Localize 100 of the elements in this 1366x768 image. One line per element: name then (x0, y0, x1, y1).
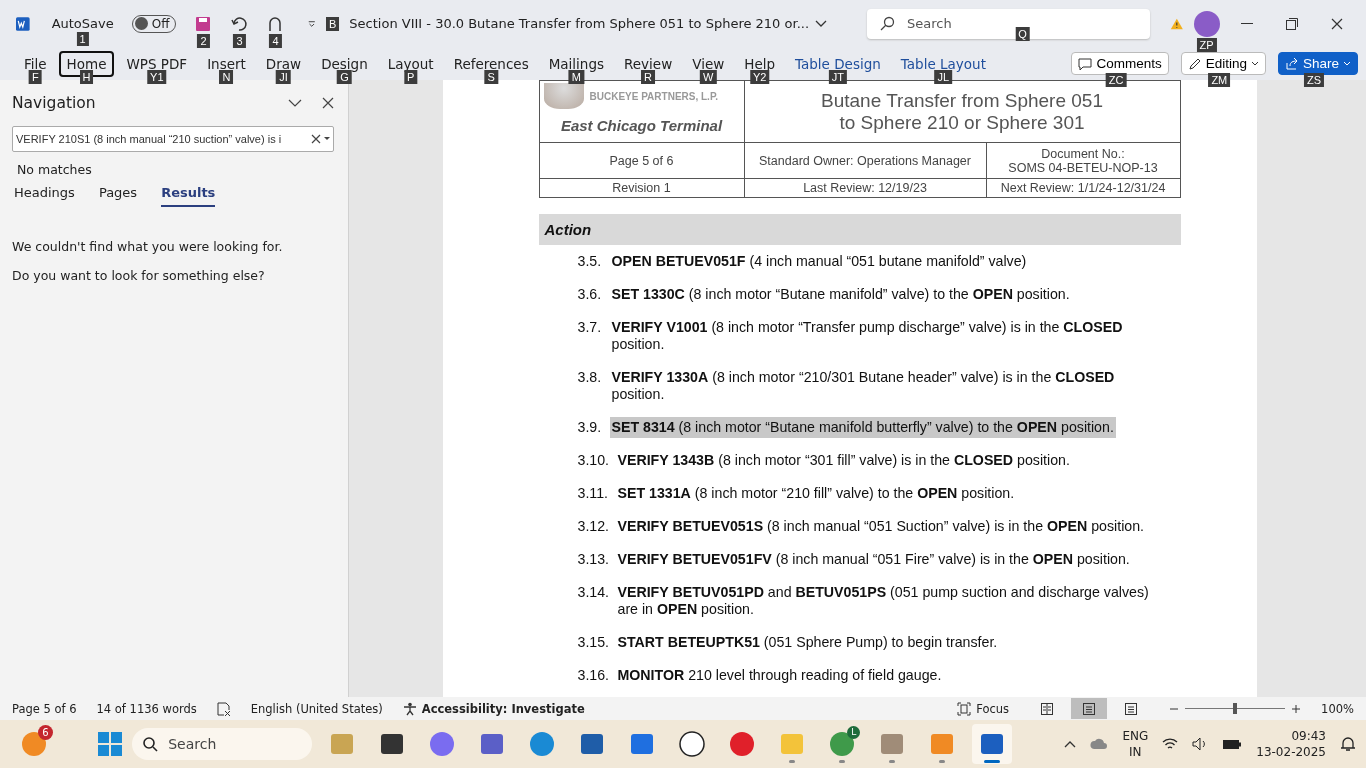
keytip: G (337, 69, 352, 84)
step-text: VERIFY 1330A (8 inch motor “210/301 Butane header” valve) is in the CLOSED position. (611, 369, 1116, 403)
table-cell: Revision 1 (539, 178, 744, 198)
caret-icon[interactable] (815, 19, 828, 28)
clock-time[interactable]: 09:43 (1256, 728, 1326, 744)
step-text: SET 1331A (8 inch motor “210 fill” valve) to the OPEN position. (617, 485, 1015, 502)
keytip: M (568, 69, 584, 84)
chevron-up-icon[interactable] (1064, 740, 1077, 748)
page-count[interactable]: Page 5 of 6 (12, 701, 77, 716)
zoom-level[interactable]: 100% (1321, 701, 1354, 716)
print-layout-button[interactable] (1071, 698, 1108, 719)
keytip: 2 (197, 33, 210, 48)
customize-caret-icon[interactable] (308, 18, 316, 29)
cloud-sync-icon[interactable] (1090, 737, 1109, 751)
search-icon (142, 736, 159, 752)
step-text: VERIFY BETUV051PD and BETUV051PS (051 pump suction and discharge valves) are in OPEN position. (617, 584, 1150, 618)
step-text: SET 8314 (8 inch motor “Butane manifold butterfly” valve) to the OPEN position. (609, 417, 1116, 438)
pane-title: Navigation (12, 94, 97, 112)
taskbar-search[interactable]: Search (132, 728, 313, 760)
comment-icon (1078, 56, 1093, 71)
input-language[interactable]: ENG (1122, 728, 1149, 744)
pane-tab[interactable]: Headings (14, 185, 75, 207)
step-text: SET 1330C (8 inch motor “Butane manifold” valve) to the OPEN position. (611, 286, 1070, 303)
notification-count: 6 (38, 725, 53, 740)
search-icon (879, 15, 896, 32)
clear-icon[interactable] (311, 134, 321, 144)
autosave-label: AutoSave (51, 16, 114, 31)
search-field[interactable]: VERIFY 210S1 (8 inch manual “210 suction” valve) is i (12, 126, 334, 152)
save-button[interactable] (194, 14, 213, 33)
table-cell-value: SOMS 04-BETEU-NOP-13 (1007, 160, 1159, 175)
caret-icon[interactable] (324, 137, 330, 141)
section-heading: Action (538, 214, 1181, 245)
pane-tab[interactable]: Pages (98, 185, 138, 207)
undo-button[interactable] (230, 14, 249, 33)
pencil-icon (1187, 56, 1202, 71)
input-region[interactable]: IN (1122, 744, 1149, 760)
step-number: 3.14. (577, 584, 611, 602)
procedure-title: Butane Transfer from Sphere 051 to Sphere 210 or Sphere 301 (820, 89, 1104, 134)
keytip: W (700, 69, 717, 84)
keytip: JT (828, 69, 848, 84)
caret-icon (1343, 60, 1351, 67)
bell-icon[interactable] (1340, 736, 1356, 752)
step-number: 3.7. (577, 319, 603, 337)
start-icon[interactable] (98, 732, 123, 756)
account-avatar[interactable] (1193, 10, 1220, 37)
wifi-icon[interactable] (1162, 738, 1179, 750)
close-icon[interactable] (322, 97, 334, 109)
step-number: 3.13. (577, 551, 611, 568)
keytip: 4 (269, 33, 282, 48)
step-text: MONITOR 210 level through reading of field gauge. (617, 667, 942, 684)
keytip: Y2 (749, 69, 770, 84)
battery-icon[interactable] (1222, 738, 1243, 750)
keytip: 1 (76, 32, 89, 46)
step-number: 3.15. (577, 634, 611, 651)
terminal-name: East Chicago Terminal (559, 116, 724, 136)
language[interactable]: English (United States) (250, 701, 383, 716)
keytip: ZM (1208, 73, 1231, 87)
table-cell: Standard Owner: Operations Manager (744, 142, 986, 179)
document-title[interactable]: Section VIII - 30.0 Butane Transfer from Sphere 051 to Sphere 210 or... (349, 16, 828, 31)
restore-icon (1285, 17, 1298, 30)
keytip: Y1 (147, 69, 167, 84)
proofing-icon[interactable] (216, 701, 231, 716)
minimize-icon (1240, 22, 1253, 25)
keytip: S (484, 69, 498, 84)
zoom-slider-thumb[interactable] (1233, 703, 1238, 714)
editing-button[interactable]: Editing (1180, 52, 1266, 75)
result-message: We couldn't find what you were looking for. (12, 239, 284, 254)
step-number: 3.16. (577, 667, 611, 684)
step-text: START BETEUPTK51 (051 Sphere Pump) to begin transfer. (617, 634, 998, 651)
focus-icon[interactable] (957, 701, 972, 716)
table-cell: Page 5 of 6 (539, 142, 744, 179)
step-text: VERIFY BETUEV051S (8 inch manual “051 Suction” valve) is in the OPEN position. (617, 518, 1144, 535)
keytip: Q (1015, 26, 1030, 41)
logo-mark (543, 83, 584, 109)
step-number: 3.6. (577, 286, 603, 303)
search-field[interactable]: Search Q (867, 8, 1150, 39)
accessibility-status[interactable]: Accessibility: Investigate (421, 701, 585, 716)
share-button[interactable]: Share (1277, 52, 1358, 75)
accessibility-icon[interactable] (402, 701, 417, 716)
taskbar-app[interactable]: L (822, 724, 863, 764)
step-text: VERIFY 1343B (8 inch motor “301 fill” valve) is in the CLOSED position. (617, 452, 1070, 469)
zoom-in-icon[interactable] (1291, 703, 1302, 714)
table-cell-label: Document No.: (1040, 146, 1126, 161)
company-name: BUCKEYE PARTNERS, L.P. (589, 90, 719, 102)
step-number: 3.11. (577, 485, 609, 502)
word-count[interactable]: 14 of 1136 words (96, 701, 197, 716)
comments-button[interactable]: Comments (1071, 52, 1169, 75)
focus-mode[interactable]: Focus (976, 701, 1010, 716)
page-icon (1082, 701, 1097, 716)
keytip: P (404, 69, 418, 84)
step-text: VERIFY BETUEV051FV (8 inch manual “051 Fire” valve) is in the OPEN position. (617, 551, 1130, 568)
keytip: R (641, 69, 656, 84)
step-number: 3.8. (577, 369, 603, 387)
pane-options-icon[interactable] (288, 99, 302, 107)
step-text: OPEN BETUEV051F (4 inch manual “051 butane manifold” valve) (611, 253, 1027, 270)
step-number: 3.5. (577, 253, 603, 270)
pane-tab[interactable]: Results (161, 185, 216, 207)
clock-date[interactable]: 13-02-2025 (1256, 744, 1326, 760)
keytip: N (219, 69, 234, 84)
close-icon (1330, 17, 1343, 30)
